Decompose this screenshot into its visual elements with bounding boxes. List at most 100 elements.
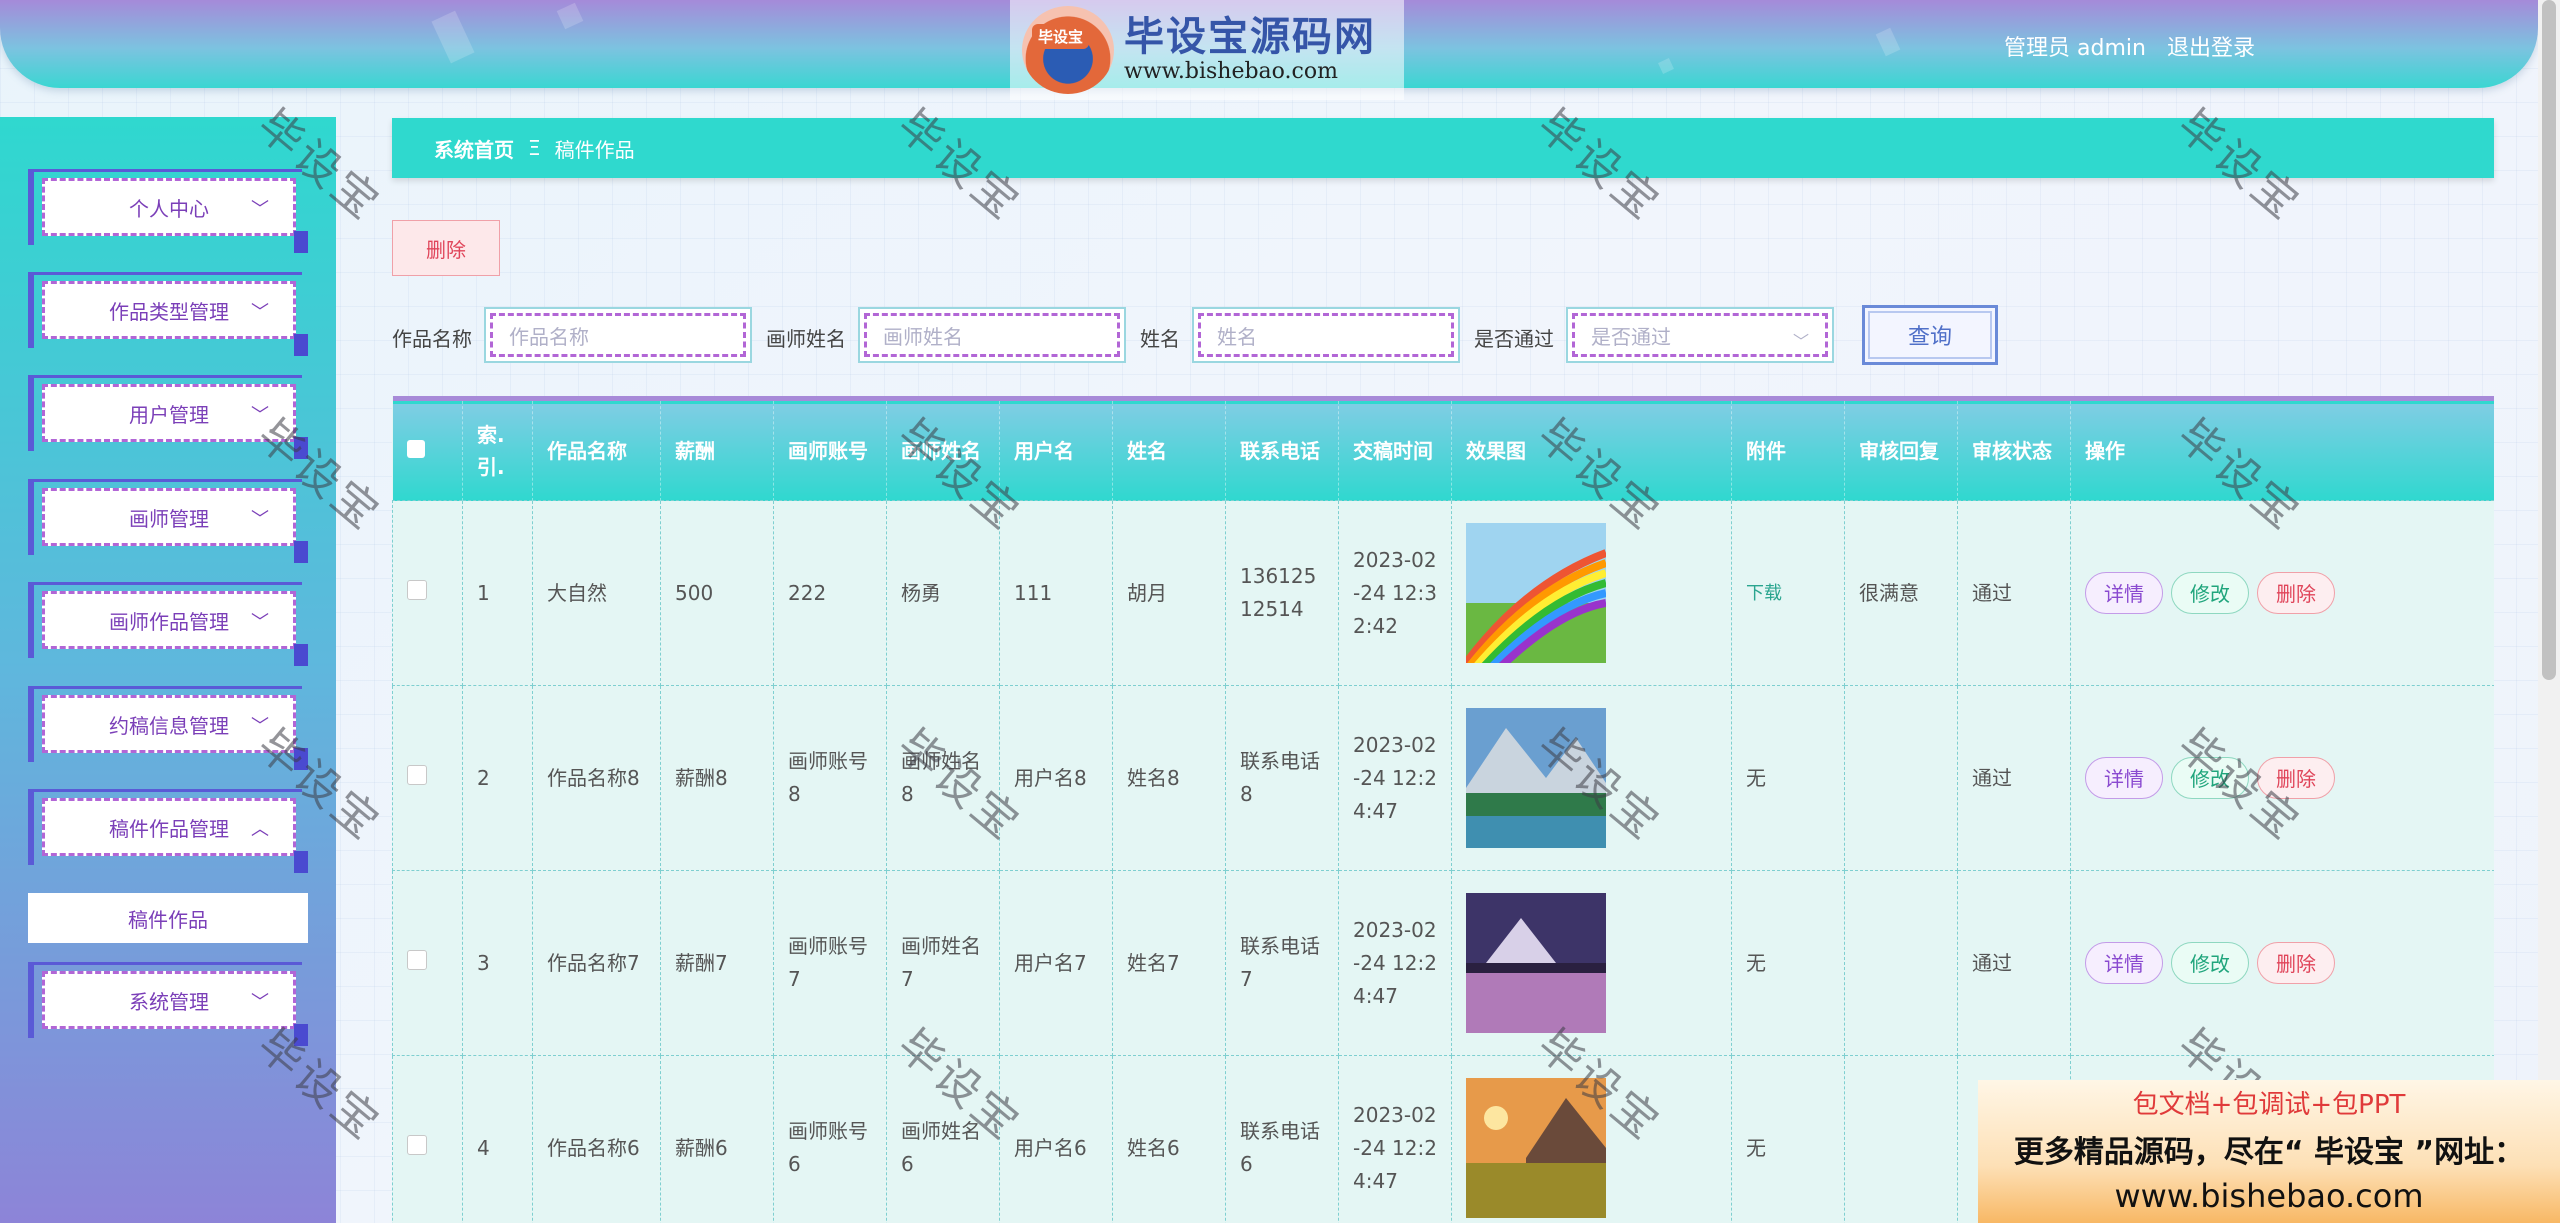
approved-select[interactable]: 是否通过 ﹀ xyxy=(1566,307,1834,363)
cell-name: 姓名7 xyxy=(1112,870,1226,1056)
chevron-down-icon: ﹀ xyxy=(251,612,269,633)
cell-username: 用户名8 xyxy=(999,685,1113,871)
sidebar-item-personal-center[interactable]: 个人中心 ﹀ xyxy=(28,169,308,253)
cell-work-name: 作品名称8 xyxy=(532,685,661,871)
artist-name-input[interactable]: 画师姓名 xyxy=(858,307,1126,363)
sidebar-item-label: 画师管理 xyxy=(129,506,209,531)
work-name-input[interactable]: 作品名称 xyxy=(484,307,752,363)
cell-actions: 详情修改删除 xyxy=(2070,685,2494,871)
cell-work-name: 大自然 xyxy=(532,500,661,686)
download-link[interactable]: 下载 xyxy=(1746,583,1782,604)
row-checkbox[interactable] xyxy=(392,500,463,686)
cell-index: 4 xyxy=(462,1055,533,1223)
col-header-artist-name: 画师姓名 xyxy=(886,398,1000,501)
cell-pay: 500 xyxy=(660,500,774,686)
sidebar-item-system[interactable]: 系统管理 ﹀ xyxy=(28,962,308,1046)
cell-index: 1 xyxy=(462,500,533,686)
sidebar-item-artists[interactable]: 画师管理 ﹀ xyxy=(28,479,308,563)
scrollbar-thumb[interactable] xyxy=(2542,0,2556,680)
purple-lake-image[interactable] xyxy=(1466,893,1606,1033)
edit-button[interactable]: 修改 xyxy=(2171,942,2249,984)
cell-index: 3 xyxy=(462,870,533,1056)
cell-time: 2023-02-24 12:32:42 xyxy=(1338,500,1452,686)
breadcrumb-home[interactable]: 系统首页 xyxy=(434,134,514,163)
col-header-attachment: 附件 xyxy=(1731,398,1845,501)
edit-button[interactable]: 修改 xyxy=(2171,572,2249,614)
col-header-status: 审核状态 xyxy=(1957,398,2071,501)
approved-placeholder: 是否通过 xyxy=(1591,324,1671,349)
col-header-submit-time: 交稿时间 xyxy=(1338,398,1452,501)
sunset-meadow-image[interactable] xyxy=(1466,1078,1606,1218)
logout-link[interactable]: 退出登录 xyxy=(2167,36,2255,61)
col-header-reply: 审核回复 xyxy=(1844,398,1958,501)
cell-artist-name: 画师姓名7 xyxy=(886,870,1000,1056)
row-checkbox[interactable] xyxy=(392,1055,463,1223)
select-all-checkbox[interactable] xyxy=(392,398,463,501)
chevron-down-icon: ﹀ xyxy=(251,992,269,1013)
edit-button[interactable]: 修改 xyxy=(2171,757,2249,799)
work-name-placeholder: 作品名称 xyxy=(490,313,746,357)
cell-name: 姓名6 xyxy=(1112,1055,1226,1223)
promo-url: www.bishebao.com xyxy=(2114,1177,2424,1215)
page-scrollbar[interactable] xyxy=(2538,0,2560,1223)
cell-phone: 联系电话8 xyxy=(1225,685,1339,871)
promo-banner: 包文档+包调试+包PPT 更多精品源码，尽在“ 毕设宝 ”网址： www.bis… xyxy=(1978,1080,2560,1223)
row-checkbox[interactable] xyxy=(392,870,463,1056)
cell-artist-name: 杨勇 xyxy=(886,500,1000,686)
cell-attachment: 无 xyxy=(1731,1055,1845,1223)
chevron-down-icon: ﹀ xyxy=(1792,332,1809,351)
cell-index: 2 xyxy=(462,685,533,871)
chevron-down-icon: ﹀ xyxy=(251,509,269,530)
sidebar-item-label: 稿件作品管理 xyxy=(109,816,229,841)
cell-attachment: 无 xyxy=(1731,870,1845,1056)
breadcrumb-separator-icon: Ξ xyxy=(528,136,541,160)
rainbow-road-image[interactable] xyxy=(1466,523,1606,663)
artist-name-placeholder: 画师姓名 xyxy=(864,313,1120,357)
query-button[interactable]: 查询 xyxy=(1862,305,1998,365)
col-header-name: 姓名 xyxy=(1112,398,1226,501)
col-header-actions: 操作 xyxy=(2070,398,2494,501)
cell-phone: 联系电话7 xyxy=(1225,870,1339,1056)
cell-phone: 联系电话6 xyxy=(1225,1055,1339,1223)
cell-artist-account: 画师账号6 xyxy=(773,1055,887,1223)
delete-button[interactable]: 删除 xyxy=(2257,757,2335,799)
detail-button[interactable]: 详情 xyxy=(2085,942,2163,984)
cell-pay: 薪酬6 xyxy=(660,1055,774,1223)
breadcrumb: 系统首页 Ξ 稿件作品 xyxy=(392,118,2494,178)
decor-shape xyxy=(431,10,475,64)
name-placeholder: 姓名 xyxy=(1198,313,1454,357)
sidebar-item-manuscript-works[interactable]: 稿件作品管理 ︿ xyxy=(28,789,308,873)
admin-label: 管理员 admin xyxy=(2004,36,2146,61)
cell-name: 胡月 xyxy=(1112,500,1226,686)
mountain-lake-image[interactable] xyxy=(1466,708,1606,848)
detail-button[interactable]: 详情 xyxy=(2085,572,2163,614)
sidebar-item-label: 用户管理 xyxy=(129,402,209,427)
detail-button[interactable]: 详情 xyxy=(2085,757,2163,799)
cell-artist-account: 画师账号7 xyxy=(773,870,887,1056)
search-filters: 作品名称 作品名称 画师姓名 画师姓名 姓名 姓名 是否通过 是否通过 ﹀ 查询 xyxy=(392,305,2492,365)
row-checkbox[interactable] xyxy=(392,685,463,871)
cell-attachment: 下载 xyxy=(1731,500,1845,686)
delete-button[interactable]: 删除 xyxy=(2257,942,2335,984)
sidebar-item-commissions[interactable]: 约稿信息管理 ﹀ xyxy=(28,686,308,770)
col-header-work-name: 作品名称 xyxy=(532,398,661,501)
submenu-item-manuscript-works[interactable]: 稿件作品 xyxy=(28,893,308,943)
cell-name: 姓名8 xyxy=(1112,685,1226,871)
breadcrumb-current: 稿件作品 xyxy=(554,137,635,162)
sidebar-item-label: 系统管理 xyxy=(129,989,209,1014)
sidebar-item-artist-works[interactable]: 画师作品管理 ﹀ xyxy=(28,582,308,666)
chevron-up-icon: ︿ xyxy=(251,819,269,840)
sidebar-item-work-type[interactable]: 作品类型管理 ﹀ xyxy=(28,272,308,356)
cell-time: 2023-02-24 12:24:47 xyxy=(1338,685,1452,871)
cell-username: 用户名6 xyxy=(999,1055,1113,1223)
cell-reply xyxy=(1844,685,1958,871)
name-input[interactable]: 姓名 xyxy=(1192,307,1460,363)
chevron-down-icon: ﹀ xyxy=(251,199,269,220)
decor-shape xyxy=(1658,58,1674,74)
delete-button[interactable]: 删除 xyxy=(2257,572,2335,614)
cell-username: 111 xyxy=(999,500,1113,686)
batch-delete-button[interactable]: 删除 xyxy=(392,220,500,276)
sidebar-item-users[interactable]: 用户管理 ﹀ xyxy=(28,375,308,459)
chevron-down-icon: ﹀ xyxy=(251,405,269,426)
name-label: 姓名 xyxy=(1140,327,1180,351)
